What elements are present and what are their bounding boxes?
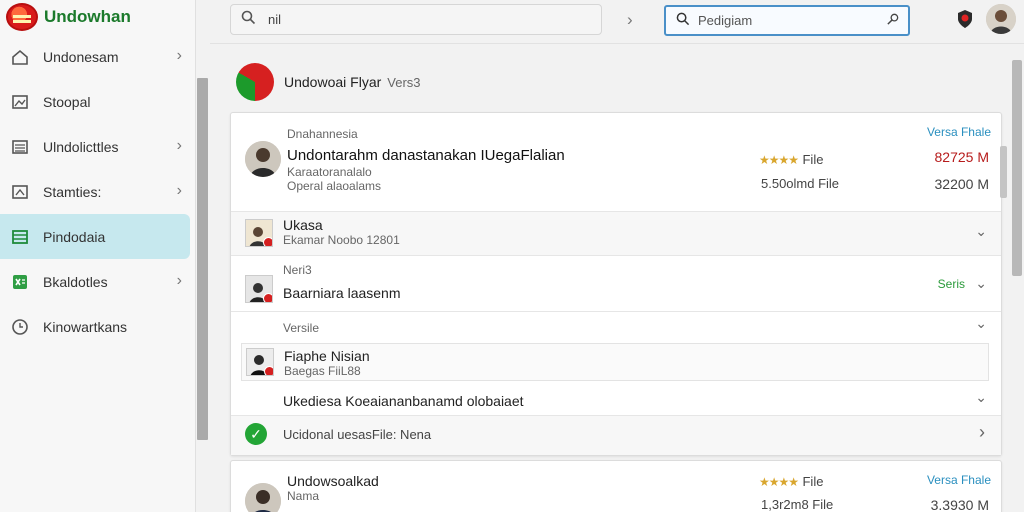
filter-search-value: Pedigiam [698, 13, 753, 28]
thumbnail [245, 275, 273, 303]
card-subtitle: Operal alaoalams [287, 179, 382, 193]
badge-dot [263, 237, 272, 246]
search-input-value: nil [268, 12, 282, 27]
main-content: Undowoai Flyar Vers3 Dnahannesia Undonta… [210, 44, 1010, 512]
divider [231, 211, 1001, 212]
page-version: Vers3 [387, 74, 421, 90]
app-card: Dnahannesia Undontarahm danastanakan IUe… [230, 112, 1002, 456]
sidebar-item-4[interactable]: Pindodaia [0, 214, 190, 259]
table-icon [10, 227, 30, 247]
search-icon [241, 10, 256, 29]
download-size-red: 82725 M [934, 149, 989, 165]
magic-search-icon[interactable] [886, 12, 900, 29]
badge-dot [264, 366, 273, 375]
card-small-title: Dnahannesia [287, 127, 358, 141]
section-label: Versile [283, 321, 320, 335]
page-header: Undowoai Flyar Vers3 [236, 62, 421, 102]
star-rating-icon: ★★★★ [759, 153, 799, 167]
avatar [245, 141, 281, 177]
list-item-title: Fiaphe Nisian [284, 348, 370, 364]
check-circle-icon: ✓ [245, 423, 267, 445]
card-subtitle: Nama [287, 489, 320, 503]
list-item-title[interactable]: Baarniara laasenm [283, 285, 401, 301]
sidebar-item-3[interactable]: Stamties: › [0, 169, 196, 214]
clock-icon [10, 317, 30, 337]
chevron-right-icon: › [176, 272, 182, 289]
search-input[interactable]: nil [230, 4, 602, 35]
chevron-down-icon[interactable]: ⌄ [975, 275, 987, 292]
sidebar-item-label: Ulndolicttles [43, 138, 119, 155]
top-bar: nil › Pedigiam [210, 0, 1024, 44]
star-rating-icon: ★★★★ [759, 475, 799, 489]
filter-search-input[interactable]: Pedigiam [664, 5, 910, 36]
version-link[interactable]: Versa Fhale [927, 473, 991, 487]
brand[interactable]: Undowhan [6, 2, 131, 32]
sidebar-item-2[interactable]: Ulndolicttles › [0, 124, 196, 169]
sidebar-item-label: Bkaldotles [43, 273, 108, 290]
download-size: 32200 M [934, 176, 989, 192]
status-label: Seris [937, 277, 965, 291]
divider [231, 311, 1001, 312]
rating: ★★★★ File [759, 152, 824, 167]
list-item[interactable]: Fiaphe Nisian Baegas FiiL88 [241, 343, 989, 381]
search-icon [676, 12, 690, 29]
list-item-title[interactable]: Ukediesa Koeaiananbanamd olobaiaet [283, 393, 524, 409]
sidebar-item-0[interactable]: Undonesam › [0, 34, 196, 79]
avatar [245, 483, 281, 512]
chevron-down-icon[interactable]: ⌄ [975, 315, 987, 332]
file-size: 5.50olmd File [761, 176, 840, 191]
notification-shield-icon[interactable] [956, 9, 974, 29]
badge-dot [263, 293, 272, 302]
sidebar-item-6[interactable]: Kinowartkans [0, 304, 196, 349]
list-item-title[interactable]: Ukasa [283, 217, 323, 233]
sidebar-item-5[interactable]: Bkaldotles › [0, 259, 196, 304]
file-size: 1,3r2m8 File [761, 497, 834, 512]
sidebar-item-1[interactable]: Stoopal [0, 79, 196, 124]
list-item-kicker: Neri3 [283, 263, 312, 277]
photo-icon [10, 182, 30, 202]
chevron-down-icon[interactable]: ⌄ [975, 389, 987, 406]
chevron-down-icon[interactable]: ⌄ [975, 223, 987, 240]
brand-name: Undowhan [44, 7, 131, 26]
list-item-sub: Baegas FiiL88 [284, 364, 361, 378]
brand-logo-icon [6, 3, 38, 31]
download-size: 3.3930 M [930, 497, 989, 512]
sidebar-item-label: Kinowartkans [43, 318, 128, 335]
app-card: Undowsoalkad Nama ★★★★ File 1,3r2m8 File… [230, 460, 1002, 512]
chevron-right-icon[interactable]: › [979, 422, 985, 443]
card-subtitle: Karaatoranalalo [287, 165, 372, 179]
spreadsheet-icon [10, 272, 30, 292]
content-scrollbar[interactable] [1012, 60, 1022, 276]
list-item-sub: Ekamar Noobo 12801 [283, 233, 400, 247]
thumbnail [245, 219, 273, 247]
thumbnail [246, 348, 274, 376]
sidebar-scrollbar[interactable] [197, 78, 208, 440]
card-scrollbar[interactable] [1000, 146, 1007, 198]
sidebar-nav: Undonesam › Stoopal Ulndolicttles › Stam… [0, 34, 196, 349]
sidebar-item-label: Pindodaia [43, 228, 106, 245]
home-icon [10, 47, 30, 67]
version-link[interactable]: Versa Fhale [927, 125, 991, 139]
app-window: Undowhan Undonesam › Stoopal Ulndolicttl… [0, 0, 1024, 512]
rating: ★★★★ File [759, 474, 824, 489]
divider [231, 415, 1001, 416]
chevron-right-icon: › [176, 47, 182, 64]
sidebar-item-label: Undonesam [43, 48, 119, 65]
card-main-title[interactable]: Undowsoalkad [287, 473, 379, 489]
card-main-title[interactable]: Undontarahm danastanakan IUegaFlalian [287, 147, 565, 164]
user-avatar[interactable] [986, 4, 1016, 34]
list-icon [10, 137, 30, 157]
app-logo-icon [236, 63, 274, 101]
chevron-right-icon: › [176, 137, 182, 154]
sidebar: Undowhan Undonesam › Stoopal Ulndolicttl… [0, 0, 196, 512]
sidebar-item-label: Stamties: [43, 183, 102, 200]
divider [231, 255, 1001, 256]
chevron-right-icon[interactable]: › [627, 10, 633, 30]
image-icon [10, 92, 30, 112]
list-item-title[interactable]: Ucidonal uesasFile: Nena [283, 427, 431, 442]
chevron-right-icon: › [176, 182, 182, 199]
sidebar-item-label: Stoopal [43, 93, 91, 110]
page-title: Undowoai Flyar [284, 74, 382, 90]
